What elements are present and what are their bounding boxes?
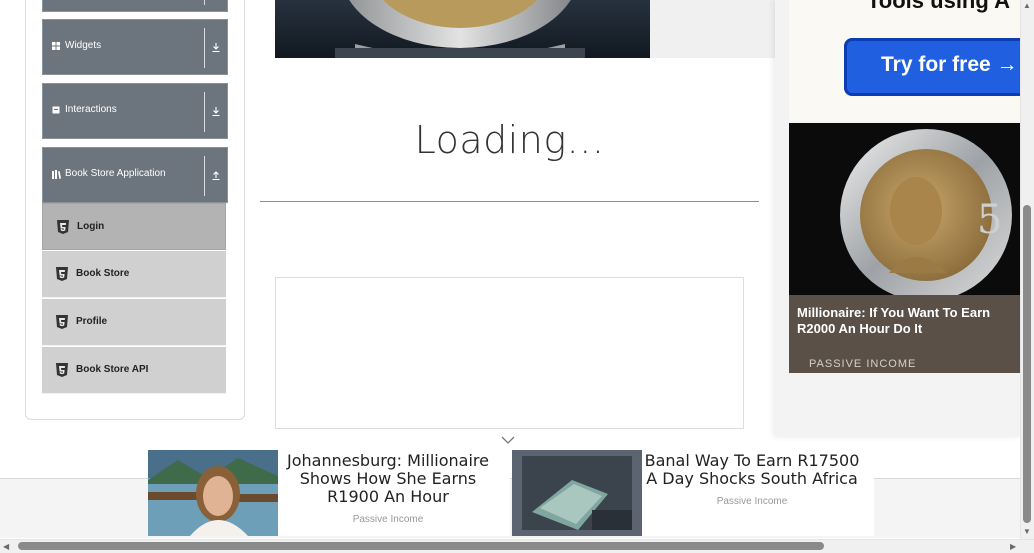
sidebar-group-interactions[interactable]: Interactions	[42, 83, 228, 139]
scroll-left-arrow-icon[interactable]: ◀	[3, 543, 9, 551]
ad-cta-area: Tools using A Try for free →	[789, 0, 1020, 122]
chevron-down-icon[interactable]	[501, 436, 515, 444]
upload-arrow-icon	[212, 171, 220, 181]
coin-image: 5	[789, 123, 1020, 303]
sidebar-group-label: Widgets	[65, 40, 102, 51]
scroll-down-arrow-icon[interactable]: ▼	[1023, 528, 1031, 536]
ad-caption[interactable]: Millionaire: If You Want To Earn R2000 A…	[789, 295, 1020, 373]
sidebar-item-label: Book Store	[76, 268, 130, 279]
ad-coin-image-top[interactable]	[275, 0, 650, 58]
grid-icon	[52, 42, 60, 50]
ad-coin-image[interactable]: 5	[789, 123, 1020, 303]
ad-title[interactable]: Banal Way To Earn R17500 A Day Shocks So…	[642, 452, 862, 488]
ad-gap	[650, 0, 775, 58]
sidebar-item-label: Login	[77, 221, 105, 232]
ad-title[interactable]: Millionaire: If You Want To Earn R2000 A…	[797, 305, 1012, 337]
ad-source: Passive Income	[352, 514, 424, 525]
html5-icon	[56, 267, 68, 281]
sidebar-group-book-store-application[interactable]: Book Store Application	[42, 147, 228, 203]
try-for-free-button[interactable]: Try for free →	[844, 38, 1020, 96]
group-divider	[204, 0, 205, 5]
bottom-ad-1[interactable]: Johannesburg: Millionaire Shows How She …	[148, 448, 510, 536]
svg-text:5: 5	[977, 197, 1002, 243]
sidebar-group-label: Interactions	[65, 104, 117, 115]
bottom-ad-2[interactable]: Banal Way To Earn R17500 A Day Shocks So…	[512, 448, 874, 536]
sidebar-item-login[interactable]: Login	[42, 203, 226, 250]
download-arrow-icon	[212, 107, 220, 117]
ad-source: PASSIVE INCOME	[809, 358, 917, 370]
vertical-scroll-thumb[interactable]	[1023, 205, 1031, 523]
sidebar-item-profile[interactable]: Profile	[42, 299, 226, 346]
group-divider	[204, 156, 205, 196]
sidebar-item-label: Profile	[76, 316, 108, 327]
square-icon	[52, 106, 60, 114]
html5-icon	[57, 220, 69, 234]
ad-headline: Tools using A	[867, 0, 1010, 13]
ad-title[interactable]: Johannesburg: Millionaire Shows How She …	[282, 452, 494, 506]
divider	[260, 201, 759, 202]
coin-image	[275, 0, 650, 58]
sidebar-group-elements[interactable]	[42, 0, 228, 12]
scroll-right-arrow-icon[interactable]: ▶	[1010, 543, 1016, 551]
sidebar-item-label: Book Store API	[76, 364, 149, 375]
page: Widgets Interactions Book Store Applicat…	[0, 0, 1034, 553]
html5-icon	[56, 363, 68, 377]
group-divider	[204, 92, 205, 132]
horizontal-scroll-thumb[interactable]	[18, 542, 824, 550]
books-icon	[52, 170, 61, 179]
content-frame	[275, 277, 744, 429]
sidebar-item-book-store[interactable]: Book Store	[42, 251, 226, 298]
loading-text: Loading...	[414, 118, 605, 162]
ad-source: Passive Income	[716, 496, 788, 507]
sidebar-group-widgets[interactable]: Widgets	[42, 19, 228, 75]
group-divider	[204, 28, 205, 68]
download-arrow-icon	[212, 43, 220, 53]
sidebar-item-book-store-api[interactable]: Book Store API	[42, 347, 226, 394]
sidebar-group-label: Book Store Application	[65, 168, 166, 179]
right-ad-panel[interactable]: Tools using A Try for free → 5 Millionai…	[775, 0, 1020, 437]
ad-thumbnail	[148, 450, 278, 536]
html5-icon	[56, 315, 68, 329]
scroll-up-arrow-icon[interactable]: ▲	[1023, 2, 1031, 10]
ad-thumbnail	[512, 450, 642, 536]
